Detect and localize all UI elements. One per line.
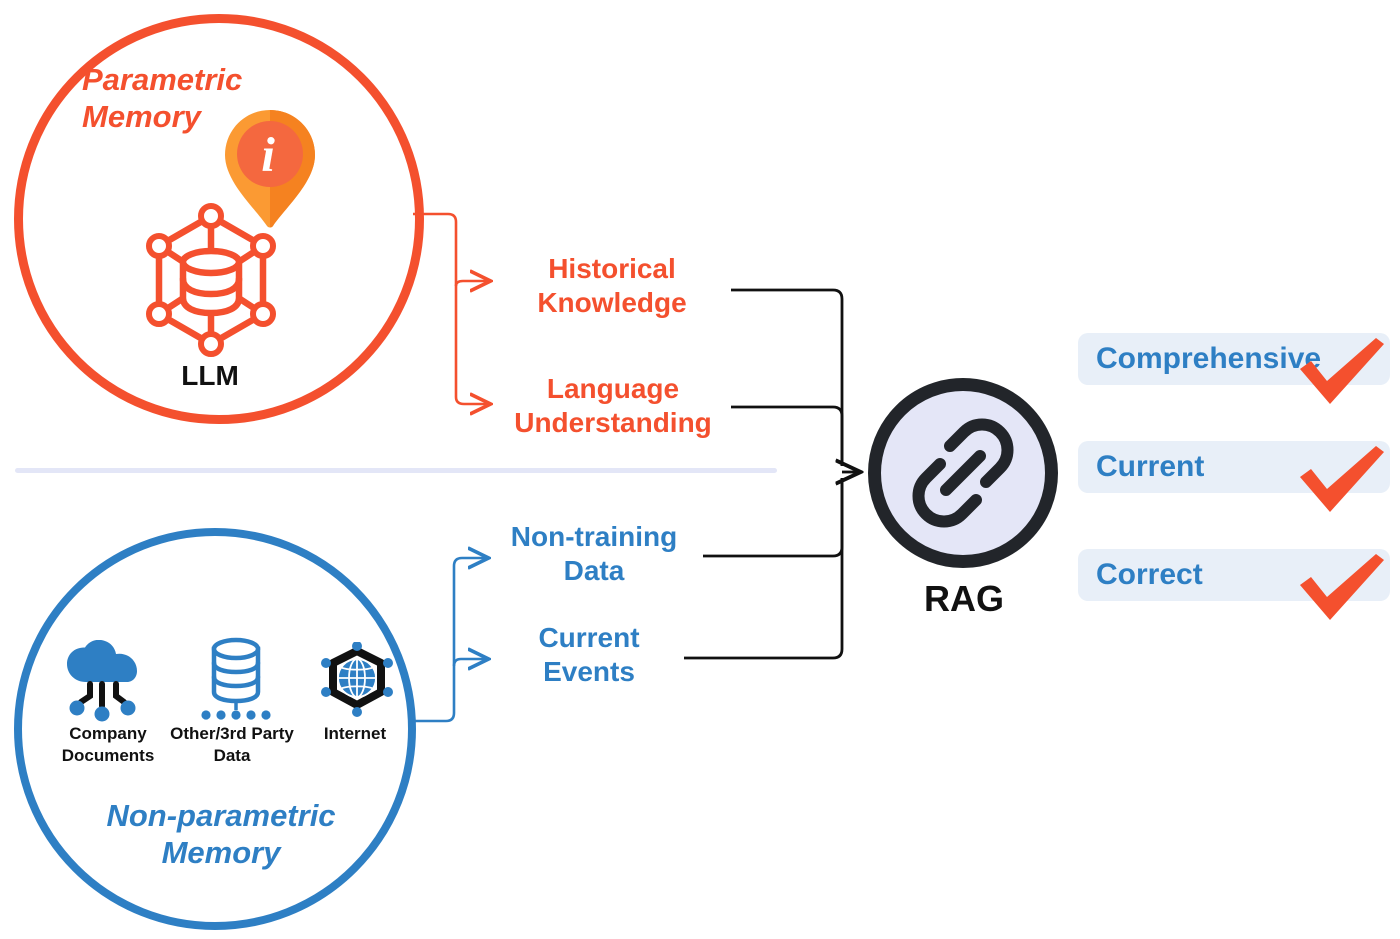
benefit-label: Current bbox=[1096, 450, 1205, 483]
capability-language-understanding: Language Understanding bbox=[514, 373, 712, 439]
checkmark-icon bbox=[1300, 338, 1384, 404]
section-divider bbox=[15, 468, 777, 473]
llm-label: LLM bbox=[181, 360, 239, 391]
capability-current-events: Current Events bbox=[538, 622, 640, 688]
source-label-company-documents: Company Documents bbox=[61, 724, 155, 766]
nonparametric-memory-title: Non-parametric Memory bbox=[106, 798, 336, 870]
benefit-label: Correct bbox=[1096, 558, 1203, 591]
rag-node bbox=[868, 378, 1058, 568]
checkmark-icon bbox=[1300, 554, 1384, 620]
source-label-internet: Internet bbox=[323, 724, 387, 743]
capability-historical-knowledge: Historical Knowledge bbox=[537, 253, 687, 319]
diagram-canvas: Parametric Memory i LLM Company Document… bbox=[0, 0, 1400, 939]
source-label-third-party-data: Other/3rd Party Data bbox=[170, 724, 294, 766]
parametric-memory-title: Parametric Memory bbox=[82, 62, 243, 134]
benefit-label: Comprehensive bbox=[1096, 342, 1322, 375]
rag-label: RAG bbox=[924, 578, 1004, 619]
checkmark-icon bbox=[1300, 446, 1384, 512]
capability-non-training-data: Non-training Data bbox=[510, 521, 678, 587]
